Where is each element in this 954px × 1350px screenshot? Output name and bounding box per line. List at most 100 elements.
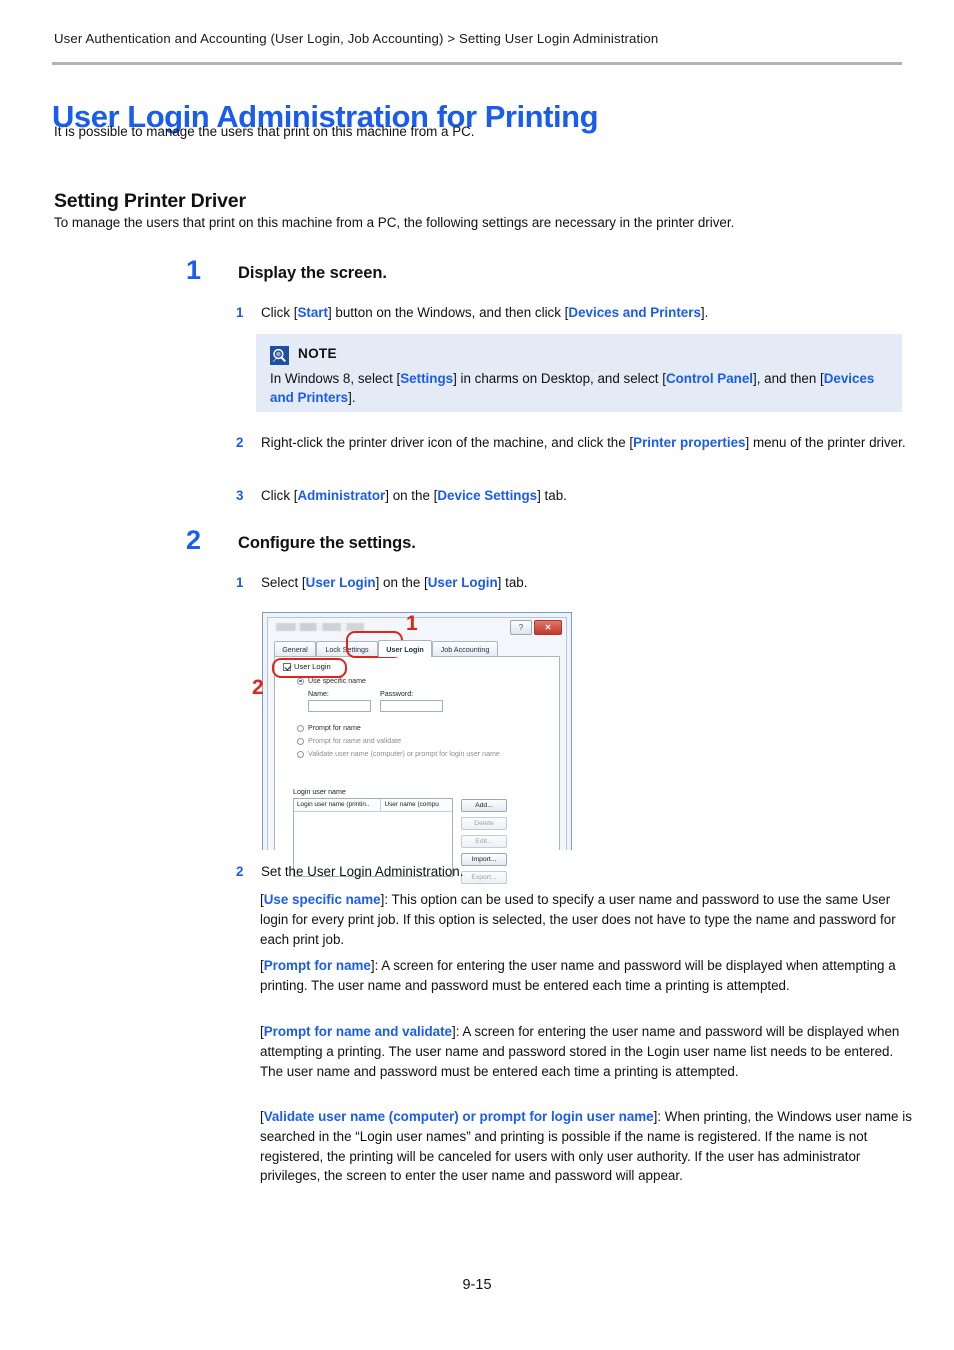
breadcrumb: User Authentication and Accounting (User… (54, 31, 659, 46)
step-2-title: Configure the settings. (238, 534, 416, 552)
password-field-label: Password: (380, 690, 414, 698)
callout-number-2: 2 (252, 676, 264, 699)
link-printer-properties: Printer properties (633, 435, 746, 450)
delete-button[interactable]: Delete (461, 817, 507, 830)
radio-prompt-for-name[interactable]: Prompt for name (297, 724, 361, 732)
user-login-checkbox-label: User Login (294, 662, 331, 671)
substep-2-2: 2 Set the User Login Administration. (236, 862, 912, 882)
text-fragment: In Windows 8, select [ (270, 371, 401, 386)
substep-1-2: 2 Right-click the printer driver icon of… (236, 433, 912, 453)
checkbox-icon[interactable] (283, 662, 291, 671)
password-field[interactable] (380, 700, 443, 712)
substep-1-1-number: 1 (236, 305, 244, 320)
window-controls: ? ✕ (510, 620, 562, 635)
page-number: 9-15 (462, 1277, 492, 1293)
intro-text: It is possible to manage the users that … (54, 124, 475, 139)
radio-icon[interactable] (297, 750, 304, 758)
paragraph-use-specific-name: [Use specific name]: This option can be … (260, 892, 896, 947)
add-button[interactable]: Add... (461, 799, 507, 812)
substep-2-2-body: Set the User Login Administration. (261, 864, 464, 879)
document-page: User Authentication and Accounting (User… (0, 0, 954, 1350)
radio-use-specific-name-label: Use specific name (308, 677, 366, 685)
substep-2-1: 1 Select [User Login] on the [User Login… (236, 573, 912, 593)
note-info-icon (270, 346, 289, 365)
link-use-specific-name: Use specific name (263, 892, 381, 907)
dialog-window: ? ✕ General Lock Settings User Login Job… (267, 617, 567, 884)
link-validate-user-name: Validate user name (computer) or prompt … (263, 1109, 654, 1124)
link-user-login: User Login (305, 575, 376, 590)
substep-1-1-body: Click [Start] button on the Windows, and… (261, 303, 912, 323)
text-fragment: ] menu of the printer driver. (745, 435, 906, 450)
paragraph-prompt-for-name: [Prompt for name]: A screen for entering… (260, 958, 896, 993)
substep-1-2-body: Right-click the printer driver icon of t… (261, 433, 912, 453)
text-fragment: Click [ (261, 305, 298, 320)
list-header-row: Login user name (printin.. User name (co… (294, 799, 452, 812)
text-fragment: ] tab. (537, 488, 567, 503)
step-2-number: 2 (186, 525, 202, 555)
dialog-tab-panel: User Login Use specific name Name: Passw… (274, 656, 560, 884)
link-prompt-for-name-and-validate: Prompt for name and validate (263, 1024, 452, 1039)
radio-validate-label: Validate user name (computer) or prompt … (308, 750, 500, 758)
text-fragment: ] on the [ (385, 488, 438, 503)
list-column-user-name: User name (compu (384, 801, 439, 808)
text-fragment: ] button on the Windows, and then click … (327, 305, 569, 320)
close-icon[interactable]: ✕ (534, 620, 562, 635)
login-user-name-label: Login user name (293, 788, 346, 796)
substep-2-2-number: 2 (236, 864, 244, 879)
note-text: In Windows 8, select [Settings] in charm… (270, 369, 888, 407)
substep-1-2-number: 2 (236, 435, 244, 450)
link-device-settings: Device Settings (437, 488, 538, 503)
note-box: NOTE In Windows 8, select [Settings] in … (256, 334, 902, 412)
tab-lock-settings[interactable]: Lock Settings (316, 641, 378, 657)
tab-job-accounting[interactable]: Job Accounting (432, 641, 498, 657)
user-login-checkbox-row[interactable]: User Login (283, 662, 331, 671)
substep-1-3: 3 Click [Administrator] on the [Device S… (236, 486, 912, 506)
radio-icon[interactable] (297, 677, 304, 685)
link-control-panel: Control Panel (665, 371, 753, 386)
radio-icon[interactable] (297, 737, 304, 745)
paragraph-prompt-for-name-and-validate: [Prompt for name and validate]: A screen… (260, 1024, 900, 1079)
step-1-title: Display the screen. (238, 264, 387, 282)
substep-1-3-number: 3 (236, 488, 244, 503)
substep-1-3-body: Click [Administrator] on the [Device Set… (261, 486, 912, 506)
link-administrator: Administrator (297, 488, 386, 503)
text-fragment: Select [ (261, 575, 306, 590)
substep-2-1-number: 1 (236, 575, 244, 590)
tab-general[interactable]: General (274, 641, 316, 657)
tab-user-login[interactable]: User Login (378, 640, 432, 657)
link-prompt-for-name: Prompt for name (263, 958, 371, 973)
radio-icon[interactable] (297, 724, 304, 732)
section-heading: Setting Printer Driver (54, 190, 246, 213)
step-1-number: 1 (186, 255, 202, 285)
section-lead-text: To manage the users that print on this m… (54, 215, 735, 230)
text-fragment: Click [ (261, 488, 298, 503)
callout-number-1: 1 (406, 612, 418, 635)
radio-prompt-for-name-and-validate[interactable]: Prompt for name and validate (297, 737, 401, 745)
text-fragment: Right-click the printer driver icon of t… (261, 435, 634, 450)
radio-prompt-for-name-label: Prompt for name (308, 724, 361, 732)
text-fragment: ] on the [ (375, 575, 428, 590)
substep-1-1: 1 Click [Start] button on the Windows, a… (236, 303, 912, 323)
link-devices-and-printers: Devices and Printers (568, 305, 701, 320)
name-field[interactable] (308, 700, 371, 712)
note-label: NOTE (298, 346, 337, 361)
text-fragment: ]. (348, 390, 356, 406)
name-field-label: Name: (308, 690, 329, 698)
text-fragment: ] tab. (497, 575, 528, 590)
link-start: Start (297, 305, 328, 320)
edit-button[interactable]: Edit... (461, 835, 507, 848)
list-column-login-user-name: Login user name (printin.. (294, 799, 382, 811)
radio-prompt-validate-label: Prompt for name and validate (308, 737, 402, 745)
substep-2-1-body: Select [User Login] on the [User Login] … (261, 573, 912, 593)
header-divider (52, 62, 902, 65)
text-fragment: ] in charms on Desktop, and select [ (453, 371, 666, 386)
help-button[interactable]: ? (510, 620, 532, 635)
paragraph-validate-user-name: [Validate user name (computer) or prompt… (260, 1109, 912, 1184)
printer-driver-dialog-screenshot: ? ✕ General Lock Settings User Login Job… (252, 612, 572, 884)
radio-use-specific-name[interactable]: Use specific name (297, 677, 366, 685)
text-fragment: ]. (700, 305, 709, 320)
text-fragment: ], and then [ (753, 371, 824, 386)
link-user-login-tab: User Login (427, 575, 498, 590)
radio-validate-user-name[interactable]: Validate user name (computer) or prompt … (297, 750, 500, 758)
dialog-tabstrip: General Lock Settings User Login Job Acc… (274, 640, 560, 657)
